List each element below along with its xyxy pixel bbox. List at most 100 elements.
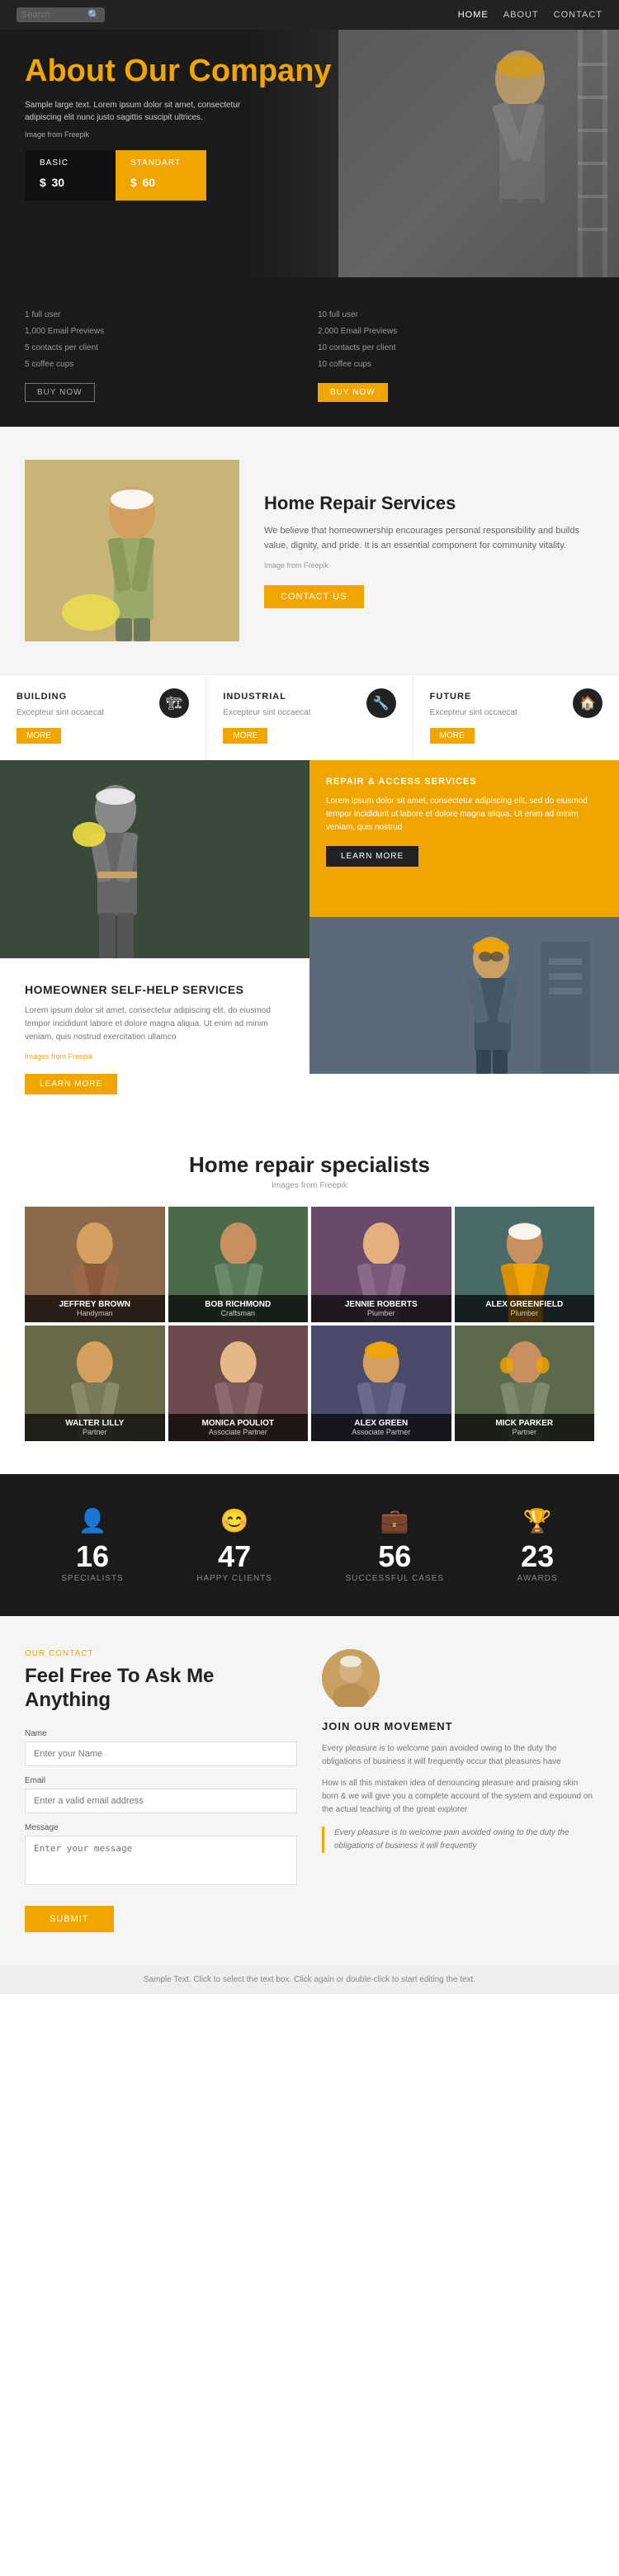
join-para2: How is all this mistaken idea of denounc… [322,1777,594,1817]
repair-image-credit: Image from Freepik [264,560,594,571]
standard-amount: 60 [142,176,155,189]
repair-access-col: REPAIR & ACCESS SERVICES Lorem ipsum dol… [310,760,619,1119]
specialist-5-name: MONICA POULIOT [173,1419,304,1428]
specialists-label: SPECIALISTS [61,1574,123,1583]
basic-feature-1: 1 full user [25,307,301,324]
footer-note: Sample Text. Click to select the text bo… [0,1965,619,1994]
specialist-7-info: MICK PARKER Partner [455,1414,595,1441]
specialist-5: MONICA POULIOT Associate Partner [168,1326,309,1441]
hero-title: About Our Company [25,54,332,89]
plans-section: 1 full user 1,000 Email Previews 5 conta… [0,277,619,427]
specialist-0-info: JEFFREY BROWN Handyman [25,1295,165,1322]
specialist-7-name: MICK PARKER [460,1419,590,1428]
stat-specialists: 👤 16 SPECIALISTS [61,1507,123,1583]
basic-plan-label: BASIC [40,158,101,168]
clients-count: 47 [196,1539,272,1574]
specialist-2-role: Plumber [316,1309,447,1317]
specialist-4-info: WALTER LILLY Partner [25,1414,165,1441]
standard-buy-button[interactable]: BUY NOW [318,383,388,402]
specialist-1-role: Craftsman [173,1309,304,1317]
basic-features: 1 full user 1,000 Email Previews 5 conta… [25,307,301,373]
specialist-1-name: BOB RICHMOND [173,1300,304,1309]
join-quote: Every pleasure is to welcome pain avoide… [322,1827,594,1853]
join-quote-text: Every pleasure is to welcome pain avoide… [334,1827,594,1853]
message-label: Message [25,1823,297,1832]
basic-feature-3: 5 contacts per client [25,340,301,357]
specialist-1: BOB RICHMOND Craftsman [168,1207,309,1322]
contact-us-button[interactable]: CONTACT US [264,585,364,608]
join-col: JOIN OUR MOVEMENT Every pleasure is to w… [322,1649,594,1932]
submit-button[interactable]: SUBMIT [25,1906,114,1932]
clients-icon: 😊 [196,1507,272,1534]
nav-links: HOME ABOUT CONTACT [458,10,602,20]
search-icon: 🔍 [87,9,100,21]
specialist-2-name: JENNIE ROBERTS [316,1300,447,1309]
basic-feature-4: 5 coffee cups [25,357,301,373]
name-field-group: Name [25,1729,297,1766]
standard-currency: $ [130,176,137,189]
contact-title: Feel Free To Ask Me Anything [25,1665,297,1713]
industrial-more-button[interactable]: MORE [223,728,267,744]
specialist-7: MICK PARKER Partner [455,1326,595,1441]
basic-feature-2: 1,000 Email Previews [25,324,301,340]
building-more-button[interactable]: MORE [17,728,61,744]
join-avatar [322,1649,380,1707]
building-card: 🏗 BUILDING Excepteur sint occaecat MORE [0,675,206,760]
industrial-icon: 🔧 [366,688,396,718]
repair-access-learn-button[interactable]: LEARN MORE [326,846,418,867]
contact-section-label: OUR CONTACT [25,1649,297,1658]
specialist-1-info: BOB RICHMOND Craftsman [168,1295,309,1322]
nav-home[interactable]: HOME [458,10,489,20]
specialists-grid: JEFFREY BROWN Handyman BOB RICHMOND Craf… [25,1207,594,1441]
email-input[interactable] [25,1789,297,1813]
future-more-button[interactable]: MORE [430,728,475,744]
repair-services-section: Home Repair Services We believe that hom… [0,427,619,674]
hero-section: About Our Company Sample large text. Lor… [0,30,619,277]
contact-form-col: OUR CONTACT Feel Free To Ask Me Anything… [25,1649,297,1932]
search-input[interactable] [21,10,87,20]
pricing-row: BASIC $ 30 STANDART $ 60 [25,150,332,201]
industrial-card: 🔧 INDUSTRIAL Excepteur sint occaecat MOR… [206,675,413,760]
homeowner-description: Lorem ipsum dolor sit amet, consectetur … [25,1004,285,1044]
standard-plan-price: $ 60 [130,169,191,192]
repair-access-worker-image [310,917,619,1074]
specialist-3: ALEX GREENFIELD Plumber [455,1207,595,1322]
specialist-6: ALEX GREEN Associate Partner [311,1326,451,1441]
standard-feature-2: 2,000 Email Previews [318,324,594,340]
basic-buy-button[interactable]: BUY NOW [25,383,95,402]
specialist-3-role: Plumber [460,1309,590,1317]
plans-grid: 1 full user 1,000 Email Previews 5 conta… [25,307,594,402]
join-para1: Every pleasure is to welcome pain avoide… [322,1742,594,1769]
hero-image-credit: Image from Freepik [25,130,332,139]
cases-icon: 💼 [345,1507,444,1534]
footer-text: Sample Text. Click to select the text bo… [25,1975,594,1984]
message-field-group: Message [25,1823,297,1889]
specialist-6-info: ALEX GREEN Associate Partner [311,1414,451,1441]
homeowner-learn-button[interactable]: LEARN MORE [25,1074,117,1094]
nav-about[interactable]: ABOUT [503,10,539,20]
homeowner-worker-image [0,760,310,958]
name-input[interactable] [25,1742,297,1766]
repair-content: Home Repair Services We believe that hom… [264,493,594,608]
service-cards-row: 🏗 BUILDING Excepteur sint occaecat MORE … [0,674,619,760]
basic-plan-col: 1 full user 1,000 Email Previews 5 conta… [25,307,301,402]
standard-plan-col: 10 full user 2,000 Email Previews 10 con… [318,307,594,402]
nav-contact[interactable]: CONTACT [554,10,602,20]
specialist-2: JENNIE ROBERTS Plumber [311,1207,451,1322]
specialist-4: WALTER LILLY Partner [25,1326,165,1441]
specialist-3-name: ALEX GREENFIELD [460,1300,590,1309]
standard-plan-label: STANDART [130,158,191,168]
homeowner-title: HOMEOWNER SELF-HELP SERVICES [25,983,285,996]
repair-access-box: REPAIR & ACCESS SERVICES Lorem ipsum dol… [310,760,619,917]
standard-plan-box: STANDART $ 60 [116,150,206,201]
awards-label: AWARDS [517,1574,558,1583]
awards-icon: 🏆 [517,1507,558,1534]
cases-count: 56 [345,1539,444,1574]
search-box[interactable]: 🔍 [17,7,105,22]
message-textarea[interactable] [25,1836,297,1885]
clients-label: HAPPY CLIENTS [196,1574,272,1583]
specialist-3-info: ALEX GREENFIELD Plumber [455,1295,595,1322]
cases-label: SUCCESSFUL CASES [345,1574,444,1583]
specialist-5-info: MONICA POULIOT Associate Partner [168,1414,309,1441]
awards-count: 23 [517,1539,558,1574]
